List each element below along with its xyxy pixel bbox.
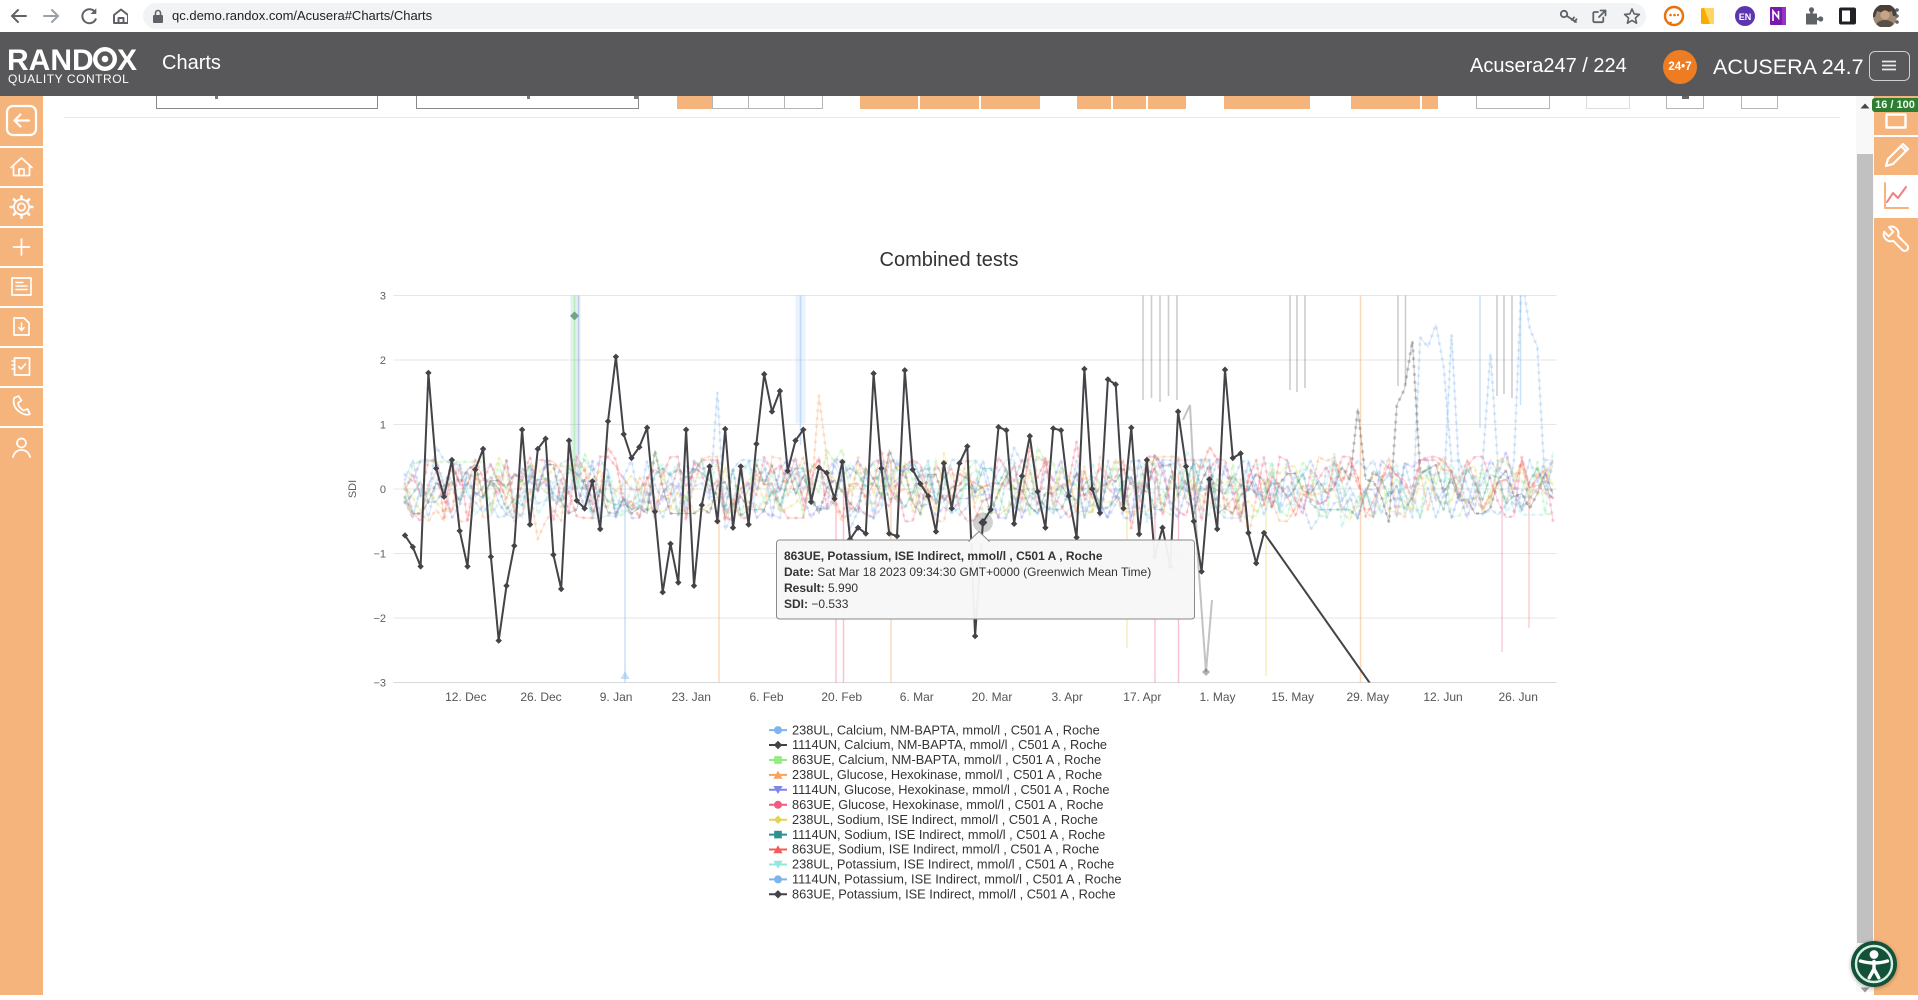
svg-text:238UL, Glucose, Hexokinase, mm: 238UL, Glucose, Hexokinase, mmol/l , C50…: [792, 767, 1102, 782]
svg-text:SDI: SDI: [347, 480, 359, 498]
svg-text:17. Apr: 17. Apr: [1123, 690, 1161, 704]
svg-text:1114UN, Potassium, ISE Indirec: 1114UN, Potassium, ISE Indirect, mmol/l …: [792, 872, 1122, 887]
svg-text:6. Feb: 6. Feb: [749, 690, 783, 704]
svg-text:238UL, Potassium, ISE Indirect: 238UL, Potassium, ISE Indirect, mmol/l ,…: [792, 857, 1114, 872]
svg-text:QUALITY CONTROL: QUALITY CONTROL: [8, 72, 129, 86]
svg-text:0: 0: [380, 484, 386, 496]
svg-text:12. Jun: 12. Jun: [1423, 690, 1462, 704]
svg-text:1. May: 1. May: [1199, 690, 1235, 704]
svg-text:238UL, Sodium, ISE Indirect, m: 238UL, Sodium, ISE Indirect, mmol/l , C5…: [792, 812, 1098, 827]
svg-text:863UE, Glucose, Hexokinase, mm: 863UE, Glucose, Hexokinase, mmol/l , C50…: [792, 797, 1104, 812]
svg-text:1114UN, Calcium, NM-BAPTA, mmo: 1114UN, Calcium, NM-BAPTA, mmol/l , C501…: [792, 737, 1107, 752]
svg-text:863UE, Calcium, NM-BAPTA, mmol: 863UE, Calcium, NM-BAPTA, mmol/l , C501 …: [792, 752, 1101, 767]
svg-text:9. Jan: 9. Jan: [600, 690, 633, 704]
svg-text:26. Dec: 26. Dec: [520, 690, 561, 704]
svg-text:−1: −1: [373, 549, 386, 561]
svg-text:1114UN, Sodium, ISE Indirect,: 1114UN, Sodium, ISE Indirect, mmol/l , C…: [792, 827, 1105, 842]
svg-text:EN: EN: [1739, 12, 1752, 22]
svg-text:−3: −3: [373, 678, 386, 690]
svg-text:6. Mar: 6. Mar: [900, 690, 934, 704]
svg-text:1: 1: [380, 420, 386, 432]
svg-text:Combined tests: Combined tests: [880, 249, 1019, 271]
svg-text:1114UN, Glucose, Hexokinase, m: 1114UN, Glucose, Hexokinase, mmol/l , C5…: [792, 782, 1109, 797]
svg-text:2: 2: [380, 355, 386, 367]
svg-text:Result: 5.990: Result: 5.990: [784, 581, 858, 595]
svg-text:23. Jan: 23. Jan: [672, 690, 711, 704]
svg-text:26. Jun: 26. Jun: [1499, 690, 1538, 704]
svg-text:12. Dec: 12. Dec: [445, 690, 486, 704]
svg-text:15. May: 15. May: [1271, 690, 1314, 704]
svg-text:Date: Sat Mar 18 2023 09:34:30: Date: Sat Mar 18 2023 09:34:30 GMT+0000 …: [784, 565, 1151, 579]
svg-text:863UE, Potassium, ISE Indirect: 863UE, Potassium, ISE Indirect, mmol/l ,…: [792, 887, 1116, 902]
svg-text:3. Apr: 3. Apr: [1052, 690, 1083, 704]
svg-text:863UE, Potassium, ISE Indirect: 863UE, Potassium, ISE Indirect, mmol/l ,…: [784, 549, 1103, 563]
svg-text:SDI: −0.533: SDI: −0.533: [784, 597, 849, 611]
svg-text:−2: −2: [373, 613, 386, 625]
svg-text:20. Mar: 20. Mar: [972, 690, 1013, 704]
svg-text:20. Feb: 20. Feb: [821, 690, 862, 704]
svg-text:863UE, Sodium, ISE Indirect, m: 863UE, Sodium, ISE Indirect, mmol/l , C5…: [792, 842, 1099, 857]
svg-text:3: 3: [380, 291, 386, 303]
svg-text:29. May: 29. May: [1346, 690, 1389, 704]
svg-text:238UL, Calcium, NM-BAPTA, mmol: 238UL, Calcium, NM-BAPTA, mmol/l , C501 …: [792, 722, 1100, 737]
